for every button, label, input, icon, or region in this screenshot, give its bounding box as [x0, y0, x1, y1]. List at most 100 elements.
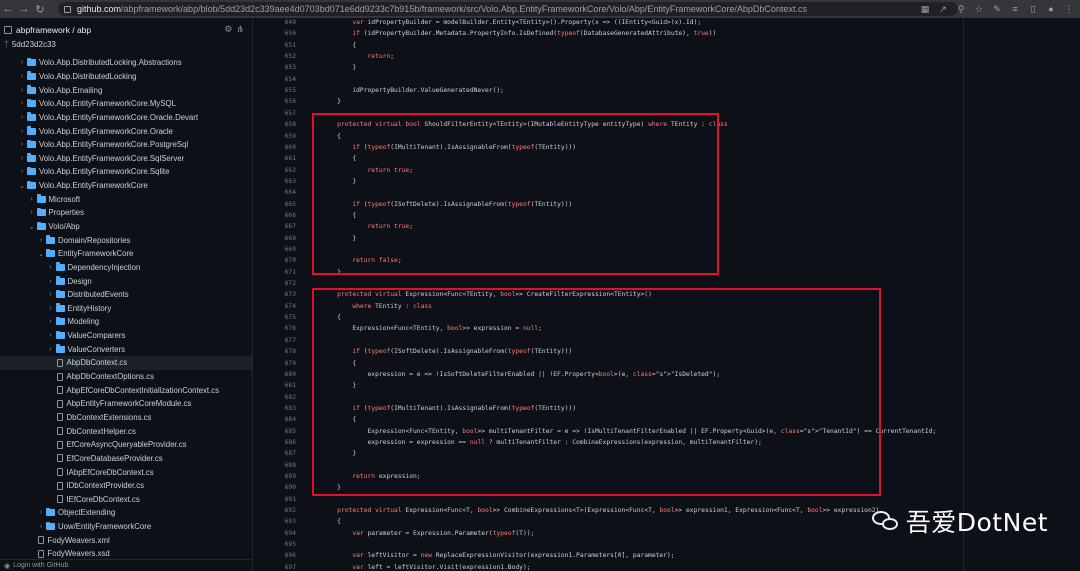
- line-number[interactable]: 667: [254, 221, 296, 232]
- line-number[interactable]: 658: [254, 119, 296, 130]
- tree-file[interactable]: IDbContextProvider.cs: [0, 479, 252, 493]
- reload-icon[interactable]: ↻: [32, 0, 48, 18]
- line-number[interactable]: 673: [254, 289, 296, 300]
- line-number[interactable]: 655: [254, 85, 296, 96]
- share-icon[interactable]: ↗: [936, 2, 950, 16]
- line-number[interactable]: 662: [254, 165, 296, 176]
- tree-folder[interactable]: › Modeling: [0, 315, 252, 329]
- line-number[interactable]: 669: [254, 244, 296, 255]
- reading-list-icon[interactable]: ≡: [1008, 2, 1022, 16]
- login-footer[interactable]: ◉ Login with GitHub: [0, 559, 252, 571]
- tree-folder[interactable]: ⌄ EntityFrameworkCore: [0, 247, 252, 261]
- chevron-right-icon[interactable]: ›: [47, 332, 55, 339]
- line-number[interactable]: 694: [254, 528, 296, 539]
- line-number[interactable]: 679: [254, 358, 296, 369]
- tree-file[interactable]: IEfCoreDbContext.cs: [0, 493, 252, 507]
- line-number[interactable]: 678: [254, 346, 296, 357]
- line-number[interactable]: 670: [254, 255, 296, 266]
- line-number[interactable]: 675: [254, 312, 296, 323]
- tree-folder[interactable]: › Volo.Abp.DistributedLocking.Abstraction…: [0, 56, 252, 70]
- line-number[interactable]: 688: [254, 460, 296, 471]
- line-number[interactable]: 692: [254, 505, 296, 516]
- tree-folder[interactable]: › Volo.Abp.EntityFrameworkCore.SqlServer: [0, 151, 252, 165]
- tree-folder[interactable]: › Domain/Repositories: [0, 233, 252, 247]
- extensions-icon[interactable]: ✎: [990, 2, 1004, 16]
- tree-folder[interactable]: › Properties: [0, 206, 252, 220]
- tree-folder[interactable]: › ValueConverters: [0, 342, 252, 356]
- tree-file[interactable]: AbpEfCoreDbContextInitializationContext.…: [0, 383, 252, 397]
- chevron-right-icon[interactable]: ›: [18, 155, 26, 162]
- chevron-right-icon[interactable]: ›: [18, 59, 26, 66]
- chevron-right-icon[interactable]: ›: [47, 291, 55, 298]
- tree-folder[interactable]: › Uow/EntityFrameworkCore: [0, 520, 252, 534]
- line-number[interactable]: 659: [254, 131, 296, 142]
- line-number[interactable]: 672: [254, 278, 296, 289]
- branch-label[interactable]: ᛉ 5dd23d2c33: [4, 40, 56, 49]
- tree-folder[interactable]: › Volo.Abp.EntityFrameworkCore.PostgreSql: [0, 138, 252, 152]
- chevron-right-icon[interactable]: ›: [47, 346, 55, 353]
- bookmark-star-icon[interactable]: ☆: [972, 2, 986, 16]
- line-number[interactable]: 657: [254, 108, 296, 119]
- forward-icon[interactable]: →: [16, 0, 32, 18]
- chevron-right-icon[interactable]: ›: [37, 237, 45, 244]
- chevron-right-icon[interactable]: ›: [47, 305, 55, 312]
- tree-file[interactable]: AbpEntityFrameworkCoreModule.cs: [0, 397, 252, 411]
- chevron-right-icon[interactable]: ›: [18, 87, 26, 94]
- tree-file[interactable]: AbpDbContext.cs: [0, 356, 252, 370]
- repo-link[interactable]: abpframework / abp: [4, 25, 91, 35]
- line-number[interactable]: 665: [254, 199, 296, 210]
- line-number[interactable]: 691: [254, 494, 296, 505]
- line-number[interactable]: 685: [254, 426, 296, 437]
- tree-folder[interactable]: ⌄ Volo.Abp.EntityFrameworkCore: [0, 179, 252, 193]
- line-number[interactable]: 684: [254, 414, 296, 425]
- tree-folder[interactable]: › Volo.Abp.EntityFrameworkCore.Oracle.Dev…: [0, 111, 252, 125]
- chevron-right-icon[interactable]: ›: [37, 523, 45, 530]
- line-number[interactable]: 654: [254, 74, 296, 85]
- line-number[interactable]: 651: [254, 40, 296, 51]
- tree-file[interactable]: AbpDbContextOptions.cs: [0, 370, 252, 384]
- line-number[interactable]: 681: [254, 380, 296, 391]
- line-number[interactable]: 668: [254, 233, 296, 244]
- line-number[interactable]: 663: [254, 176, 296, 187]
- tree-folder[interactable]: › Microsoft: [0, 192, 252, 206]
- line-number[interactable]: 656: [254, 96, 296, 107]
- chevron-right-icon[interactable]: ›: [18, 168, 26, 175]
- line-number[interactable]: 650: [254, 28, 296, 39]
- profile-icon[interactable]: ●: [1044, 2, 1058, 16]
- line-number[interactable]: 677: [254, 335, 296, 346]
- zoom-icon[interactable]: ⚲: [954, 2, 968, 16]
- chevron-down-icon[interactable]: ⌄: [37, 250, 45, 258]
- chevron-down-icon[interactable]: ⌄: [28, 223, 36, 231]
- tree-file[interactable]: FodyWeavers.xml: [0, 533, 252, 547]
- line-number[interactable]: 690: [254, 482, 296, 493]
- line-number[interactable]: 683: [254, 403, 296, 414]
- menu-icon[interactable]: ⋮: [1062, 2, 1076, 16]
- sidebar-icon[interactable]: ▯: [1026, 2, 1040, 16]
- translate-icon[interactable]: ▦: [918, 2, 932, 16]
- chevron-right-icon[interactable]: ›: [18, 100, 26, 107]
- chevron-right-icon[interactable]: ›: [18, 114, 26, 121]
- tree-folder[interactable]: › Volo.Abp.EntityFrameworkCore.Oracle: [0, 124, 252, 138]
- line-number[interactable]: 693: [254, 516, 296, 527]
- tree-folder[interactable]: › Volo.Abp.Emailing: [0, 83, 252, 97]
- chevron-right-icon[interactable]: ›: [47, 278, 55, 285]
- chevron-right-icon[interactable]: ›: [28, 196, 36, 203]
- line-number[interactable]: 649: [254, 18, 296, 28]
- tree-file[interactable]: DbContextHelper.cs: [0, 424, 252, 438]
- line-number[interactable]: 676: [254, 323, 296, 334]
- line-number[interactable]: 687: [254, 448, 296, 459]
- tree-folder[interactable]: › ObjectExtending: [0, 506, 252, 520]
- tree-folder[interactable]: ⌄ Volo/Abp: [0, 220, 252, 234]
- chevron-down-icon[interactable]: ⌄: [18, 182, 26, 190]
- tree-file[interactable]: EfCoreAsyncQueryableProvider.cs: [0, 438, 252, 452]
- chevron-right-icon[interactable]: ›: [28, 209, 36, 216]
- line-number[interactable]: 666: [254, 210, 296, 221]
- tree-file[interactable]: EfCoreDatabaseProvider.cs: [0, 452, 252, 466]
- chevron-right-icon[interactable]: ›: [47, 318, 55, 325]
- chevron-right-icon[interactable]: ›: [18, 73, 26, 80]
- address-bar[interactable]: github.com/abpframework/abp/blob/5dd23d2…: [58, 2, 958, 16]
- line-number[interactable]: 682: [254, 392, 296, 403]
- chevron-right-icon[interactable]: ›: [18, 128, 26, 135]
- line-number[interactable]: 652: [254, 51, 296, 62]
- chevron-right-icon[interactable]: ›: [47, 264, 55, 271]
